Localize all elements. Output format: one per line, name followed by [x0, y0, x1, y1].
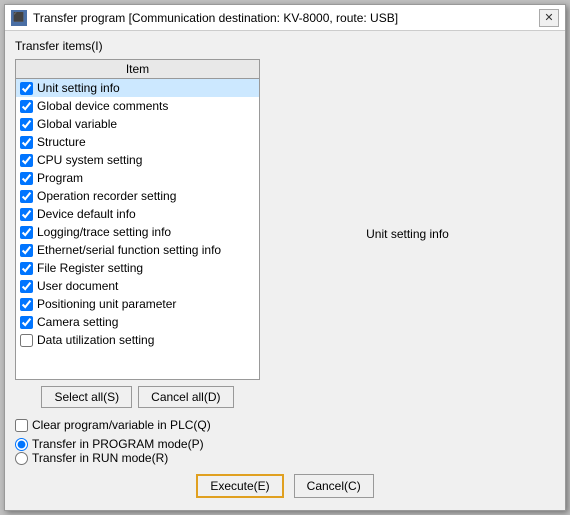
list-item[interactable]: Global variable: [16, 115, 259, 133]
titlebar: ⬛ Transfer program [Communication destin…: [5, 5, 565, 31]
list-header: Item: [16, 60, 259, 79]
radio-container: Transfer in PROGRAM mode(P)Transfer in R…: [15, 437, 555, 465]
cancel-all-button[interactable]: Cancel all(D): [138, 386, 233, 408]
list-item-checkbox[interactable]: [20, 208, 33, 221]
clear-program-checkbox[interactable]: [15, 419, 28, 432]
list-item-checkbox[interactable]: [20, 136, 33, 149]
list-items-container: Unit setting info Global device comments G…: [16, 79, 259, 349]
select-all-button[interactable]: Select all(S): [41, 386, 132, 408]
radio-row: Transfer in PROGRAM mode(P): [15, 437, 555, 451]
list-item[interactable]: Data utilization setting: [16, 331, 259, 349]
transfer-mode-radio[interactable]: [15, 452, 28, 465]
list-item[interactable]: Camera setting: [16, 313, 259, 331]
list-item[interactable]: Device default info: [16, 205, 259, 223]
radio-label: Transfer in PROGRAM mode(P): [32, 437, 204, 451]
execute-button[interactable]: Execute(E): [196, 474, 283, 498]
list-item-label: Logging/trace setting info: [37, 225, 171, 239]
list-item[interactable]: User document: [16, 277, 259, 295]
list-item-checkbox[interactable]: [20, 154, 33, 167]
cancel-button[interactable]: Cancel(C): [294, 474, 374, 498]
window-title: Transfer program [Communication destinat…: [33, 11, 398, 25]
main-area: Item Unit setting info Global device comm…: [15, 59, 555, 408]
list-item-checkbox[interactable]: [20, 280, 33, 293]
list-item-checkbox[interactable]: [20, 226, 33, 239]
clear-program-label: Clear program/variable in PLC(Q): [32, 418, 211, 432]
list-item-label: CPU system setting: [37, 153, 142, 167]
list-item-label: Unit setting info: [37, 81, 120, 95]
transfer-items-label: Transfer items(I): [15, 39, 555, 53]
list-item-label: File Register setting: [37, 261, 143, 275]
list-item-label: Program: [37, 171, 83, 185]
list-item[interactable]: Operation recorder setting: [16, 187, 259, 205]
bottom-section: Clear program/variable in PLC(Q) Transfe…: [15, 414, 555, 502]
list-item-checkbox[interactable]: [20, 190, 33, 203]
close-button[interactable]: ✕: [539, 9, 559, 27]
list-item-checkbox[interactable]: [20, 82, 33, 95]
list-item-checkbox[interactable]: [20, 262, 33, 275]
list-item-label: Global device comments: [37, 99, 168, 113]
list-item-label: Structure: [37, 135, 86, 149]
list-item-label: Data utilization setting: [37, 333, 154, 347]
clear-program-row: Clear program/variable in PLC(Q): [15, 418, 555, 432]
right-panel: Unit setting info: [260, 59, 555, 408]
list-item[interactable]: Unit setting info: [16, 79, 259, 97]
list-item-checkbox[interactable]: [20, 298, 33, 311]
radio-label: Transfer in RUN mode(R): [32, 451, 168, 465]
list-buttons-row: Select all(S) Cancel all(D): [15, 386, 260, 408]
main-window: ⬛ Transfer program [Communication destin…: [4, 4, 566, 511]
list-item-checkbox[interactable]: [20, 334, 33, 347]
content-area: Transfer items(I) Item Unit setting info…: [5, 31, 565, 510]
list-item-label: Ethernet/serial function setting info: [37, 243, 221, 257]
list-item[interactable]: Global device comments: [16, 97, 259, 115]
list-item-label: Positioning unit parameter: [37, 297, 176, 311]
list-item-label: Global variable: [37, 117, 117, 131]
list-item[interactable]: Ethernet/serial function setting info: [16, 241, 259, 259]
list-item[interactable]: Program: [16, 169, 259, 187]
list-item[interactable]: Logging/trace setting info: [16, 223, 259, 241]
list-item[interactable]: Positioning unit parameter: [16, 295, 259, 313]
list-item[interactable]: File Register setting: [16, 259, 259, 277]
radio-row: Transfer in RUN mode(R): [15, 451, 555, 465]
list-item-label: Device default info: [37, 207, 136, 221]
list-item-checkbox[interactable]: [20, 118, 33, 131]
action-row: Execute(E) Cancel(C): [15, 470, 555, 502]
list-item-checkbox[interactable]: [20, 100, 33, 113]
list-item-checkbox[interactable]: [20, 244, 33, 257]
app-icon: ⬛: [11, 10, 27, 26]
list-item-label: Operation recorder setting: [37, 189, 176, 203]
list-item-checkbox[interactable]: [20, 172, 33, 185]
list-item[interactable]: CPU system setting: [16, 151, 259, 169]
list-item-checkbox[interactable]: [20, 316, 33, 329]
items-list[interactable]: Item Unit setting info Global device comm…: [15, 59, 260, 380]
titlebar-left: ⬛ Transfer program [Communication destin…: [11, 10, 398, 26]
left-panel: Item Unit setting info Global device comm…: [15, 59, 260, 408]
transfer-mode-radio[interactable]: [15, 438, 28, 451]
list-item[interactable]: Structure: [16, 133, 259, 151]
info-text: Unit setting info: [366, 227, 449, 241]
list-item-label: Camera setting: [37, 315, 118, 329]
list-item-label: User document: [37, 279, 118, 293]
